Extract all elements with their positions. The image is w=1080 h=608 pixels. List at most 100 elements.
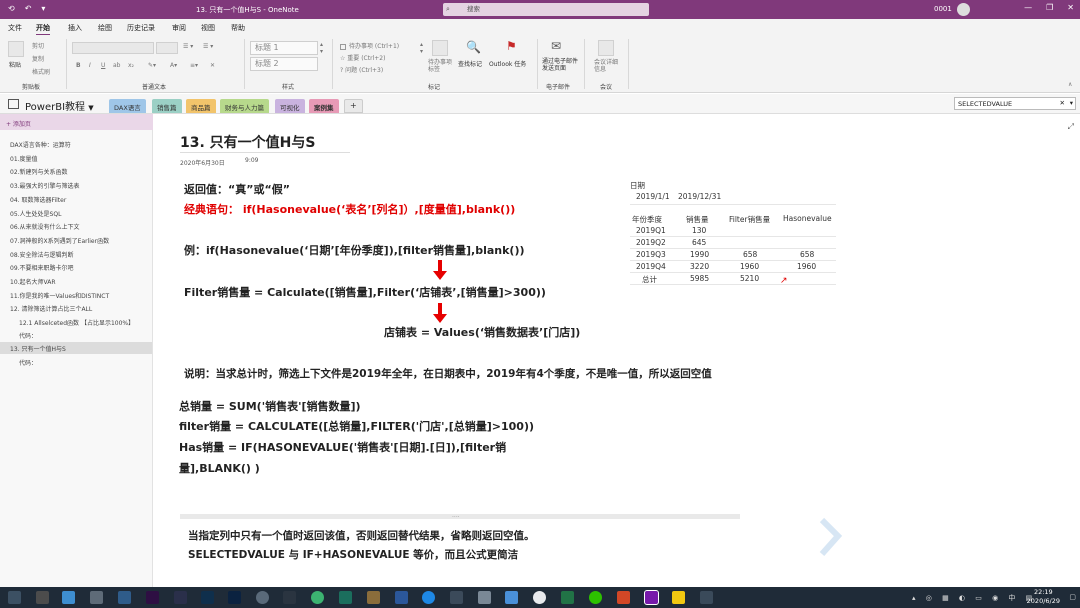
note-handle-icon[interactable]: ····: [452, 514, 460, 521]
back-icon[interactable]: ⟲: [8, 4, 15, 13]
section-tab-cases[interactable]: 案例集: [309, 99, 339, 113]
underline-icon[interactable]: U: [101, 62, 105, 69]
clear-format-icon[interactable]: ✕: [210, 62, 215, 69]
note-container[interactable]: ···· 当指定列中只有一个值时返回该值，否则返回替代结果，省略则返回空值。 S…: [180, 514, 740, 587]
code-line[interactable]: Has销量 = IF(HASONEVALUE('销售表'[日期].[日]),[f…: [179, 439, 506, 455]
note-line[interactable]: 当指定列中只有一个值时返回该值，否则返回替代结果，省略则返回空值。: [188, 528, 535, 543]
note-line[interactable]: SELECTEDVALUE 与 IF+HASONEVALUE 等价，而且公式更简…: [188, 547, 518, 562]
code-line[interactable]: 量],BLANK() ): [179, 460, 260, 476]
page-item[interactable]: 10.起名大师VAR: [10, 277, 56, 286]
powerpoint-icon[interactable]: [617, 591, 630, 604]
page-item[interactable]: 11.你是我的唯一Values和DISTINCT: [10, 291, 109, 300]
restore-button[interactable]: ❐: [1046, 3, 1053, 12]
outlook-tasks-button[interactable]: Outlook 任务: [489, 59, 526, 68]
app-icon[interactable]: [256, 591, 269, 604]
find-tags-button[interactable]: 查找标记: [458, 59, 482, 68]
start-icon[interactable]: [8, 591, 21, 604]
flag-icon[interactable]: ⚑: [506, 39, 517, 53]
cut-button[interactable]: 剪切: [32, 41, 44, 50]
store-table-line[interactable]: 店铺表 = Values(‘销售数据表’[门店]): [384, 324, 580, 340]
app-icon[interactable]: [174, 591, 187, 604]
page-item[interactable]: 代码：: [19, 358, 37, 367]
tab-file[interactable]: 文件: [8, 23, 22, 33]
tag-question[interactable]: ? 问题 (Ctrl+3): [340, 65, 383, 74]
font-color-icon[interactable]: A▾: [170, 62, 177, 69]
lightroom-icon[interactable]: [201, 591, 214, 604]
page-item[interactable]: 09.不要相来职路卡尔吧: [10, 263, 74, 272]
tab-history[interactable]: 历史记录: [127, 23, 155, 33]
return-value-line[interactable]: 返回值：“真”或“假”: [184, 181, 290, 197]
email-icon[interactable]: ✉: [551, 39, 561, 53]
meeting-details-button[interactable]: 会议详细信息: [594, 59, 622, 73]
app-icon[interactable]: [283, 591, 296, 604]
tags-scroll-icon[interactable]: ▴ ▾: [420, 41, 423, 55]
undo-icon[interactable]: ↶: [25, 4, 32, 13]
add-page-button[interactable]: + 添加页: [0, 114, 153, 130]
page-item[interactable]: 07.洞神般的X系列遇到了Earlier函数: [10, 236, 109, 245]
page-item[interactable]: 04. 取数筛选器Filter: [10, 195, 66, 204]
minimize-button[interactable]: —: [1024, 3, 1032, 12]
bold-icon[interactable]: B: [76, 62, 81, 69]
app-icon[interactable]: [36, 591, 49, 604]
section-tab-visualization[interactable]: 可视化: [275, 99, 305, 113]
tab-insert[interactable]: 插入: [68, 23, 82, 33]
classic-statement[interactable]: 经典语句： if(Hasonevalue(‘表名’[列名]）,[度量值],bla…: [184, 201, 515, 217]
chrome-icon[interactable]: [533, 591, 546, 604]
app-icon[interactable]: [700, 591, 713, 604]
meeting-icon[interactable]: [598, 40, 614, 56]
paste-icon[interactable]: [8, 41, 24, 57]
date-to[interactable]: 2019/12/31: [678, 192, 721, 201]
notebook-icon[interactable]: [8, 99, 19, 109]
page-item[interactable]: 06.从来就没有什么上下文: [10, 222, 80, 231]
wechat-icon[interactable]: [589, 591, 602, 604]
strikethrough-icon[interactable]: ab: [113, 62, 121, 69]
onenote-icon[interactable]: [644, 590, 659, 605]
app-icon[interactable]: [311, 591, 324, 604]
align-icon[interactable]: ≡▾: [190, 62, 198, 69]
tab-draw[interactable]: 绘图: [98, 23, 112, 33]
bullets-icon[interactable]: ☰ ▾: [183, 43, 193, 50]
italic-icon[interactable]: I: [89, 62, 91, 69]
todo-tag-icon[interactable]: [432, 40, 448, 56]
close-button[interactable]: ✕: [1067, 3, 1074, 12]
styles-scroll-icon[interactable]: ▴ ▾: [320, 41, 323, 55]
premiere-icon[interactable]: [146, 591, 159, 604]
app-icon[interactable]: [62, 591, 75, 604]
page-item[interactable]: 03.最强大的引擎与筛选表: [10, 181, 80, 190]
page-canvas[interactable]: ⤢ 13. 只有一个值H与S 2020年6月30日 9:09 返回值：“真”或“…: [154, 114, 1080, 587]
user-name[interactable]: 0001: [934, 5, 952, 13]
code-line[interactable]: filter销量 = CALCULATE([总销量],FILTER('门店',[…: [179, 418, 534, 434]
section-tab-products[interactable]: 商品篇: [186, 99, 216, 113]
expand-icon[interactable]: ⤢: [1068, 122, 1074, 132]
app-icon[interactable]: [478, 591, 491, 604]
app-icon[interactable]: [118, 591, 131, 604]
system-tray-icons[interactable]: ▴ ◎ ▦ ◐ ▭ ◉ 中 ▤: [912, 593, 1036, 603]
dropdown-icon[interactable]: ▾: [41, 4, 45, 13]
powerbi-icon[interactable]: [672, 591, 685, 604]
word-icon[interactable]: [395, 591, 408, 604]
app-icon[interactable]: [505, 591, 518, 604]
title-search-box[interactable]: ⌕ 搜索: [443, 3, 649, 16]
notification-icon[interactable]: ▢: [1069, 593, 1076, 601]
date-from[interactable]: 2019/1/1: [636, 192, 670, 201]
page-title[interactable]: 13. 只有一个值H与S: [180, 132, 315, 152]
numbering-icon[interactable]: ☰ ▾: [203, 43, 213, 50]
copy-button[interactable]: 复制: [32, 54, 44, 63]
page-item[interactable]: 12. 清除筛选计算占比三个ALL: [10, 304, 92, 313]
page-item[interactable]: 08.安全除法与逻辑判断: [10, 250, 74, 259]
app-icon[interactable]: [450, 591, 463, 604]
tab-view[interactable]: 视图: [201, 23, 215, 33]
clear-search-icon[interactable]: ✕: [1060, 99, 1065, 107]
email-page-button[interactable]: 通过电子邮件发送页面: [542, 58, 578, 72]
avatar[interactable]: [957, 3, 970, 16]
page-item[interactable]: 02.新建列与关系函数: [10, 167, 68, 176]
font-family-select[interactable]: [72, 42, 154, 54]
taskbar-clock[interactable]: 22:19 2020/6/29: [1027, 588, 1060, 606]
app-icon[interactable]: [90, 591, 103, 604]
notebook-title[interactable]: PowerBI教程 ▼: [25, 98, 94, 113]
tag-important[interactable]: ☆ 重要 (Ctrl+2): [340, 53, 385, 62]
tag-todo[interactable]: 待办事项 (Ctrl+1): [340, 41, 399, 50]
photoshop-icon[interactable]: [228, 591, 241, 604]
example-line[interactable]: 例：if(Hasonevalue(‘日期’[年份季度]),[filter销售量]…: [184, 242, 525, 258]
style-heading1[interactable]: 标题 1: [250, 41, 318, 55]
